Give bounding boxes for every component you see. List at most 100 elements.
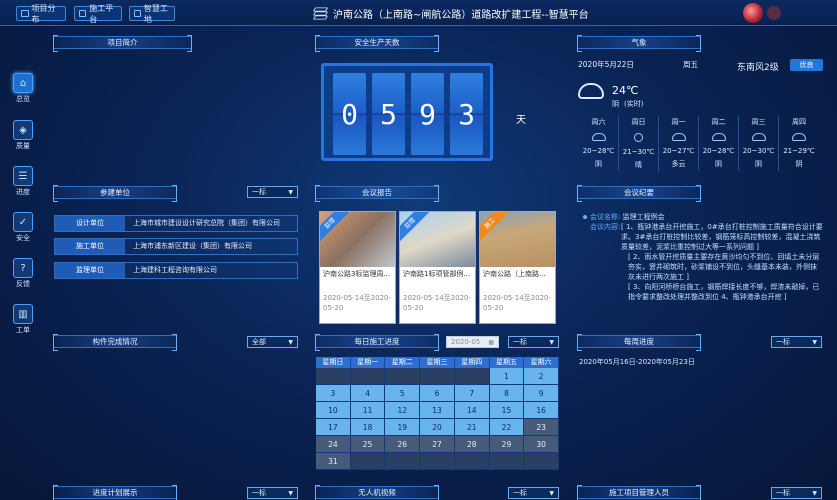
participants-select[interactable]: 一标 ▼ [247,186,298,198]
section-meeting-report: 会议报告 [315,185,439,202]
cloud-icon [751,133,766,141]
calendar-day[interactable]: 25 [350,436,386,453]
calendar-day[interactable]: 3 [316,385,351,402]
safety-unit: 天 [516,115,526,126]
sidebar-item-safety[interactable]: ✓ 安全 [9,212,37,243]
calendar-day[interactable]: 9 [524,385,560,402]
cloud-icon [578,83,604,99]
calendar-day[interactable]: 15 [489,402,525,419]
forecast-day: 周六 20~28℃ 阴 [579,116,619,171]
calendar-day[interactable]: 23 [524,419,560,436]
nav-construction-platform[interactable]: 施工平台 [74,4,122,24]
sidebar-item-workorder[interactable]: ▥ 工单 [9,304,37,335]
calendar-day[interactable]: 5 [385,385,421,402]
participant-row: 设计单位 上海市城市建设设计研究总院（集团）有限公司 [54,215,298,232]
nav-project-distribution[interactable]: 项目分布 [16,4,66,24]
report-card[interactable]: 监理 沪南路1标项管部例... 2020-05-14至2020-05-20 [399,211,476,324]
calendar-day[interactable]: 20 [420,419,455,436]
forecast-day: 周日 21~30℃ 晴 [619,116,659,172]
realtime-label: (实时) [624,100,644,108]
chevron-down-icon: ▼ [288,489,293,497]
month-picker[interactable]: 2020-05 ▦ [446,336,499,348]
calendar-day[interactable]: 22 [489,419,525,436]
calendar-day[interactable]: 2 [524,368,560,385]
participant-row: 施工单位 上海市浦东新区建设（集团）有限公司 [54,238,298,255]
section-project-intro: 项目简介 [53,35,192,52]
sidebar-item-progress[interactable]: ☰ 进度 [9,166,37,197]
cloud-icon [591,133,606,141]
calendar-header: 星期日 [316,357,351,368]
weekly-range: 2020年05月16日-2020年05月23日 [579,358,695,366]
question-icon: ? [13,258,33,278]
calendar-day[interactable]: 19 [385,419,421,436]
home-icon: ⌂ [13,73,33,93]
shield-icon: ◈ [13,120,33,140]
sun-icon [634,133,643,142]
calendar-day[interactable]: 28 [454,436,490,453]
sidebar-item-overview[interactable]: ⌂ 总览 [9,73,37,104]
calendar-day[interactable]: 29 [489,436,525,453]
calendar-day[interactable]: 17 [316,419,351,436]
sidebar-item-quality[interactable]: ◈ 质量 [9,120,37,151]
cloud-icon [671,133,686,141]
calendar-day[interactable]: 24 [316,436,351,453]
current-temp: 24℃ [612,84,639,97]
calendar-day[interactable]: 10 [316,402,351,419]
weather-weekday: 周五 [683,60,698,69]
plan-select[interactable]: 一标 ▼ [247,487,298,499]
report-photo: 监理 [320,212,395,267]
daily-calendar: 星期日 星期一 星期二 星期三 星期四 星期五 星期六 12 3456789 1… [316,357,560,470]
daily-lot-select[interactable]: 一标 ▼ [508,336,559,348]
participant-row: 监理单位 上海建科工程咨询有限公司 [54,262,298,279]
calendar-icon: ▦ [488,338,494,346]
calendar-day[interactable]: 21 [454,419,490,436]
sidebar-item-feedback[interactable]: ? 反馈 [9,258,37,289]
calendar-header: 星期二 [385,357,421,368]
cloud-icon [792,133,806,141]
chevron-down-icon: ▼ [288,338,293,346]
calendar-header: 星期六 [524,357,560,368]
weather-wind: 东南风2级 [737,63,779,73]
calendar-day[interactable]: 6 [420,385,455,402]
components-select[interactable]: 全部 ▼ [247,336,298,348]
chevron-down-icon: ▼ [812,338,817,346]
personnel-select[interactable]: 一标 ▼ [771,487,822,499]
calendar-day[interactable]: 27 [420,436,455,453]
section-components: 构件完成情况 [53,334,177,351]
chevron-down-icon: ▼ [549,489,554,497]
calendar-day[interactable]: 13 [420,402,455,419]
calendar-day[interactable]: 11 [350,402,386,419]
site-icon [134,10,141,17]
shield-check-icon: ✓ [13,212,33,232]
section-safety-days: 安全生产天数 [315,35,439,52]
weekly-select[interactable]: 一标 ▼ [771,336,822,348]
calendar-day[interactable]: 26 [385,436,421,453]
page-title: 沪南公路（上南路~闸航公路）道路改扩建工程--智慧平台 [312,2,589,24]
report-card[interactable]: 监理 沪南公路3标监理周... 2020-05-14至2020-05-20 [319,211,396,324]
calendar-day[interactable]: 1 [489,368,525,385]
avatar[interactable] [743,3,763,23]
section-weekly-progress: 每周进度 [577,334,701,351]
calendar-day[interactable]: 4 [350,385,386,402]
chevron-down-icon: ▼ [288,188,293,196]
calendar-day[interactable]: 31 [316,453,351,470]
nav-smart-site[interactable]: 智慧工地 [129,4,175,24]
calendar-day[interactable]: 8 [489,385,525,402]
list-icon: ☰ [13,166,33,186]
calendar-day[interactable]: 14 [454,402,490,419]
calendar-header: 星期五 [489,357,525,368]
drone-select[interactable]: 一标 ▼ [508,487,559,499]
forecast-day: 周三 20~30℃ 阴 [739,116,779,171]
calendar-day[interactable]: 18 [350,419,386,436]
section-meeting-minutes: 会议纪要 [577,185,701,202]
calendar-day[interactable]: 16 [524,402,560,419]
layers-icon [312,7,329,20]
report-photo: 施工 [480,212,555,267]
calendar-day[interactable]: 12 [385,402,421,419]
report-photo: 监理 [400,212,475,267]
calendar-day[interactable]: 7 [454,385,490,402]
calendar-day[interactable]: 30 [524,436,560,453]
current-condition: 阴 [612,100,619,108]
report-card[interactable]: 施工 沪南公路（上南路... 2020-05-14至2020-05-20 [479,211,556,324]
user-menu-icon[interactable] [767,6,781,20]
